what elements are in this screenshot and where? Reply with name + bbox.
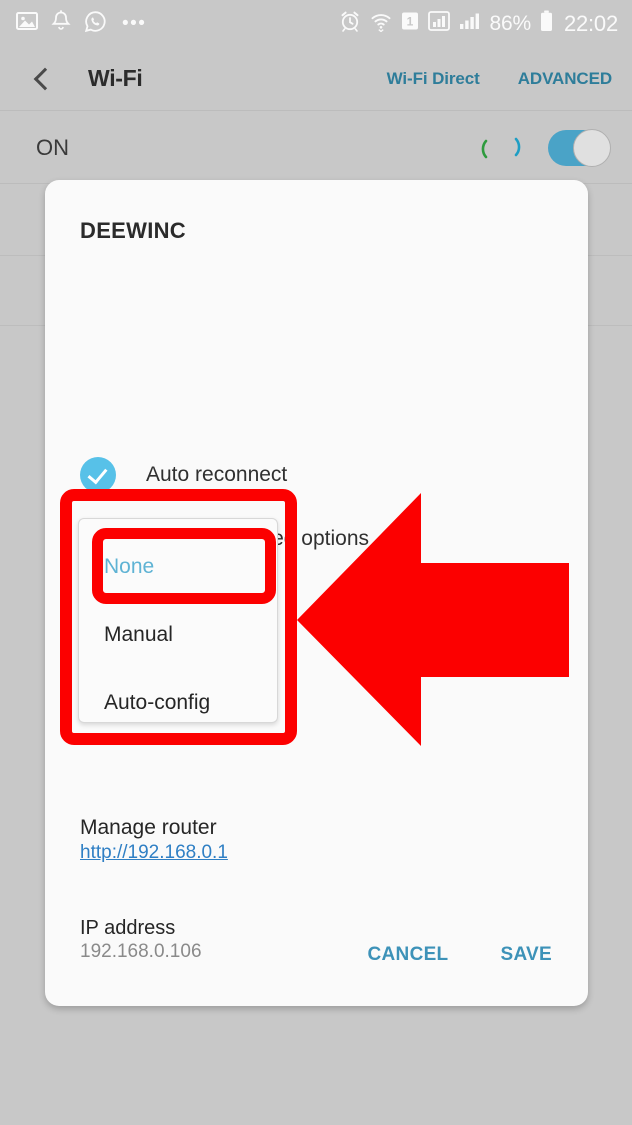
wifi-switch[interactable] [548, 128, 611, 167]
cancel-button[interactable]: CANCEL [368, 944, 449, 966]
app-bar-actions: Wi-Fi Direct ADVANCED [387, 69, 612, 89]
more-dots-icon: ••• [122, 12, 147, 34]
sim-1-icon: 1 [401, 11, 419, 36]
signal-bars-icon [459, 11, 481, 36]
svg-text:1: 1 [406, 15, 413, 29]
status-bar-right-icons: 1 86% 22:02 [339, 10, 618, 37]
checkbox-checked-icon[interactable] [80, 457, 116, 493]
proxy-option-auto-config[interactable]: Auto-config [104, 691, 210, 715]
signal-data-icon [427, 11, 450, 36]
status-bar: ••• 1 86% 22:02 [0, 0, 632, 47]
alarm-icon [339, 10, 361, 37]
manage-router-label: Manage router [80, 816, 217, 839]
proxy-option-none[interactable]: None [104, 555, 154, 579]
page-title: Wi-Fi [88, 65, 143, 91]
status-bar-left-icons: ••• [16, 10, 146, 38]
image-icon [16, 10, 38, 37]
phone-screen: ••• 1 86% 22:02 Wi-Fi Wi-Fi Direct ADVAN… [0, 0, 632, 1125]
ip-address-label: IP address [80, 917, 176, 939]
scanning-arcs-icon [472, 133, 536, 163]
app-bar: Wi-Fi Wi-Fi Direct ADVANCED [0, 47, 632, 111]
advanced-button[interactable]: ADVANCED [518, 69, 612, 89]
ip-address-value: 192.168.0.106 [80, 941, 202, 962]
wifi-direct-button[interactable]: Wi-Fi Direct [387, 69, 480, 89]
battery-percentage: 86% [489, 11, 532, 35]
wifi-toggle-right [472, 128, 611, 167]
whatsapp-icon [84, 10, 107, 38]
auto-reconnect-row[interactable]: Auto reconnect [80, 457, 287, 493]
proxy-option-manual[interactable]: Manual [104, 623, 173, 647]
auto-reconnect-label: Auto reconnect [146, 463, 288, 486]
notification-bell-icon [51, 10, 71, 37]
status-bar-clock: 22:02 [563, 10, 618, 36]
wifi-toggle-row: ON [0, 112, 632, 184]
wifi-toggle-label: ON [36, 134, 69, 160]
dialog-title: DEEWINC [80, 218, 186, 243]
dialog-action-buttons: CANCEL SAVE [368, 944, 553, 966]
wifi-switch-knob [573, 128, 611, 167]
manage-router-link[interactable]: http://192.168.0.1 [80, 842, 228, 864]
wifi-icon [370, 10, 392, 37]
proxy-dropdown[interactable]: None Manual Auto-config [78, 518, 278, 723]
back-chevron-icon[interactable] [28, 64, 58, 94]
save-button[interactable]: SAVE [500, 944, 552, 966]
battery-icon [540, 10, 553, 37]
